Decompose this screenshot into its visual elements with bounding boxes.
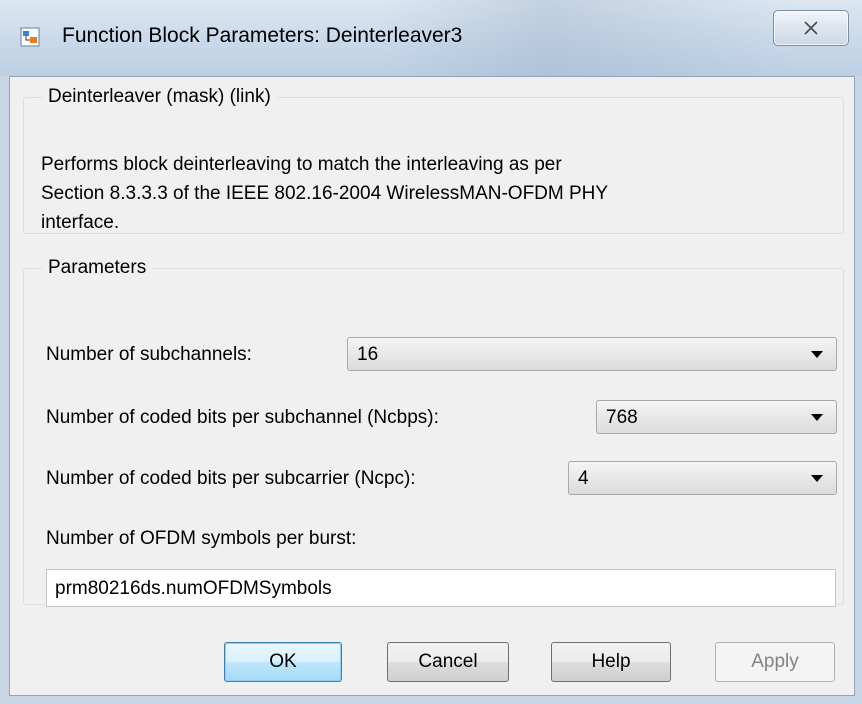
simulink-block-icon	[20, 27, 40, 47]
dialog-client-area: Deinterleaver (mask) (link) Performs blo…	[9, 76, 855, 696]
ofdm-symbols-label: Number of OFDM symbols per burst:	[46, 528, 357, 549]
ncpc-value: 4	[578, 468, 589, 489]
title-bar[interactable]: Function Block Parameters: Deinterleaver…	[0, 0, 862, 76]
parameters-group-legend: Parameters	[48, 257, 147, 278]
ofdm-symbols-input[interactable]: prm80216ds.numOFDMSymbols	[46, 569, 836, 607]
subchannels-value: 16	[357, 344, 379, 365]
ncbps-value: 768	[606, 407, 638, 428]
ncpc-label: Number of coded bits per subcarrier (Ncp…	[46, 468, 416, 489]
ofdm-symbols-value: prm80216ds.numOFDMSymbols	[55, 578, 332, 599]
block-description: Performs block deinterleaving to match t…	[41, 150, 831, 237]
ok-button[interactable]: OK	[224, 642, 342, 682]
help-button[interactable]: Help	[551, 642, 671, 682]
description-group-legend: Deinterleaver (mask) (link)	[48, 86, 271, 107]
close-icon	[804, 21, 818, 35]
window-title: Function Block Parameters: Deinterleaver…	[62, 24, 463, 47]
apply-button[interactable]: Apply	[715, 642, 835, 682]
close-button[interactable]	[773, 10, 849, 46]
description-line: Performs block deinterleaving to match t…	[41, 154, 562, 175]
description-group: Deinterleaver (mask) (link) Performs blo…	[23, 86, 844, 234]
cancel-button[interactable]: Cancel	[387, 642, 509, 682]
chevron-down-icon	[811, 351, 823, 358]
chevron-down-icon	[811, 475, 823, 482]
description-line: Section 8.3.3.3 of the IEEE 802.16-2004 …	[41, 183, 609, 204]
ncbps-label: Number of coded bits per subchannel (Ncb…	[46, 407, 439, 428]
chevron-down-icon	[811, 414, 823, 421]
ncbps-dropdown[interactable]: 768	[596, 400, 837, 434]
dialog-window: Function Block Parameters: Deinterleaver…	[0, 0, 862, 704]
subchannels-label: Number of subchannels:	[46, 344, 252, 365]
subchannels-dropdown[interactable]: 16	[347, 337, 837, 371]
parameters-group: Parameters Number of subchannels: 16 Num…	[23, 257, 844, 607]
ncpc-dropdown[interactable]: 4	[568, 461, 837, 495]
description-line: interface.	[41, 212, 120, 233]
